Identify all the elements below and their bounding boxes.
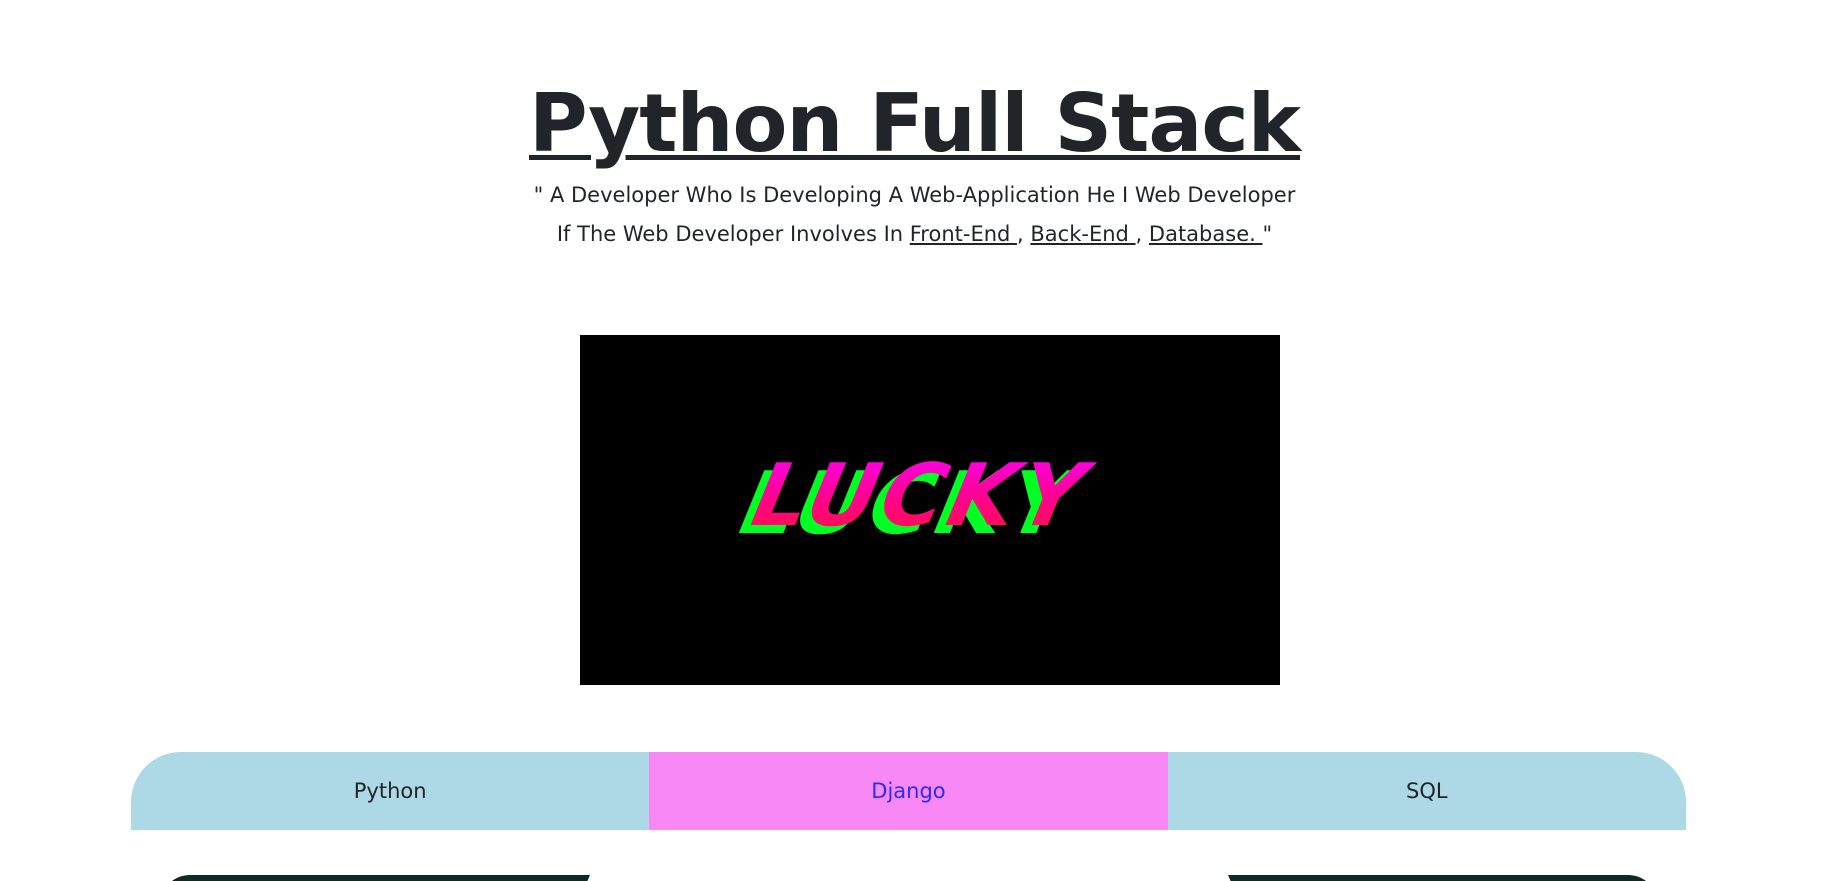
lucky-logo-fill: LUCKY xyxy=(580,446,1280,546)
page-title-text: Python Full Stack xyxy=(528,77,1301,170)
content-card-left xyxy=(160,875,590,881)
database-link[interactable]: Database. xyxy=(1149,222,1263,246)
front-end-link[interactable]: Front-End xyxy=(910,222,1017,246)
tab-django[interactable]: Django xyxy=(649,752,1168,830)
content-card-right xyxy=(1228,875,1658,881)
tagline-suffix: " xyxy=(1262,222,1273,246)
page: Python Full Stack " A Developer Who Is D… xyxy=(0,0,1829,881)
tagline-line-2: If The Web Developer Involves In Front-E… xyxy=(0,218,1829,250)
tagline-prefix: If The Web Developer Involves In xyxy=(556,222,910,246)
page-title: Python Full Stack xyxy=(0,76,1829,172)
back-end-link[interactable]: Back-End xyxy=(1030,222,1135,246)
tagline-separator-1: , xyxy=(1017,222,1031,246)
intro-video[interactable]: LUCKY LUCKY xyxy=(580,335,1280,685)
tab-sql[interactable]: SQL xyxy=(1167,752,1686,830)
tab-python[interactable]: Python xyxy=(131,752,650,830)
tagline-separator-2: , xyxy=(1135,222,1149,246)
tech-tabs: Python Django SQL xyxy=(131,752,1686,830)
tagline-line-1: " A Developer Who Is Developing A Web-Ap… xyxy=(533,183,1296,207)
